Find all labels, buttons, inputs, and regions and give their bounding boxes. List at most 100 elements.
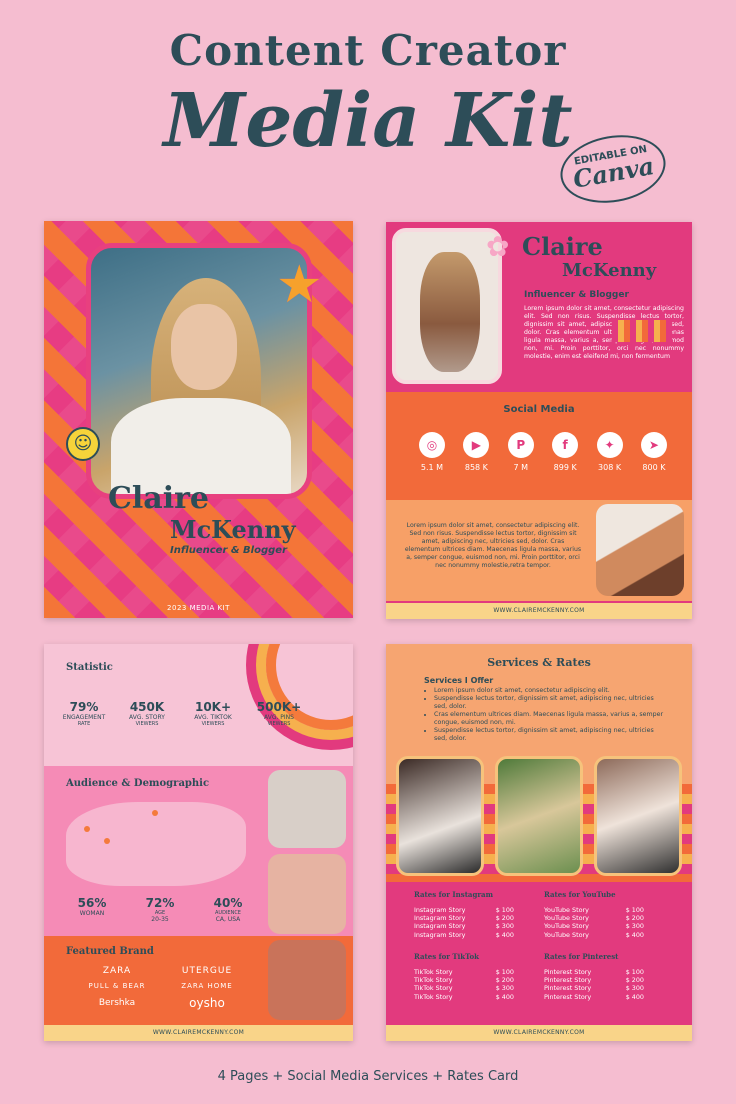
stat-label: AVG. PINS xyxy=(264,714,294,721)
rate-price: $ 100 xyxy=(495,906,514,914)
social-pinterest[interactable]: P 7 M xyxy=(507,432,535,472)
page-about: ✿ Claire McKenny Influencer & Blogger Lo… xyxy=(386,222,692,619)
rate-price: $ 100 xyxy=(495,968,514,976)
audience-section: Audience & Demographic 56% WOMAN 72% AGE 20… xyxy=(44,766,353,936)
stat-sublabel: VIEWERS xyxy=(201,721,225,727)
social-count: 858 K xyxy=(464,463,488,472)
page-footer[interactable]: WWW.CLAIREMCKENNY.COM xyxy=(44,1025,353,1041)
service-photo-2 xyxy=(495,756,583,876)
social-count: 800 K xyxy=(642,463,666,472)
facebook-icon: f xyxy=(552,432,579,458)
rate-price: $ 400 xyxy=(495,992,514,1001)
flower-icon: ✿ xyxy=(486,230,510,263)
brand-logo: PULL & BEAR xyxy=(88,982,146,990)
social-telegram[interactable]: ➤ 800 K xyxy=(640,432,668,472)
demographic-row: 56% WOMAN 72% AGE 20-35 40% AUDIENCE CA, USA xyxy=(68,896,252,923)
rate-price: $ 200 xyxy=(625,976,644,985)
rate-price: $ 300 xyxy=(625,922,644,931)
about-section: ✿ Claire McKenny Influencer & Blogger Lo… xyxy=(386,222,692,392)
brand-photo xyxy=(268,940,346,1020)
stat-value: 450K xyxy=(129,700,165,714)
audience-photo-1 xyxy=(268,770,346,848)
rate-row: TikTok Story $ 100 xyxy=(414,968,514,976)
stat-item: 10K+ AVG. TIKTOK VIEWERS xyxy=(188,700,238,727)
rate-row: Pinterest Story $ 400 xyxy=(544,993,644,1001)
rate-label: YouTube Story xyxy=(544,922,589,931)
world-map xyxy=(66,802,246,886)
about-first-name: Claire xyxy=(522,232,603,261)
youtube-icon: ▶ xyxy=(463,432,490,458)
about-photo-2 xyxy=(596,504,684,596)
social-icons: ◎ 5.1 M ▶ 858 K P 7 M f 899 K ✦ 308 K ➤ 800 K xyxy=(418,432,668,472)
stat-sublabel: VIEWERS xyxy=(267,721,291,727)
rate-price: $ 300 xyxy=(495,922,514,931)
social-count: 7 M xyxy=(513,463,529,472)
rates-youtube-table: YouTube Story $ 100 YouTube Story $ 200 Yo… xyxy=(544,906,644,939)
social-count: 5.1 M xyxy=(420,463,444,472)
rate-label: Pinterest Story xyxy=(544,968,592,976)
brand-logo: ZARA xyxy=(102,966,132,976)
stat-value: 10K+ xyxy=(194,700,232,714)
stat-value: 79% xyxy=(69,700,99,714)
page-statistics: Statistic 79% ENGAGEMENT RATE 450K AVG. STO… xyxy=(44,644,353,1041)
stat-sublabel: VIEWERS xyxy=(135,721,159,727)
map-dot xyxy=(104,838,110,844)
demo-sublabel: CA, USA xyxy=(215,916,241,923)
services-list: Lorem ipsum dolor sit amet, consectetur … xyxy=(426,687,666,743)
rates-section: Rates for Instagram Rates for YouTube In… xyxy=(386,882,692,1025)
photo-face xyxy=(171,304,237,390)
cover-role: Influencer & Blogger xyxy=(170,545,288,556)
map-dot xyxy=(84,826,90,832)
rate-row: Instagram Story $ 100 xyxy=(414,906,514,914)
social-facebook[interactable]: f 899 K xyxy=(551,432,579,472)
brand-logo: UTERGUE xyxy=(181,966,233,976)
rate-row: TikTok Story $ 400 xyxy=(414,993,514,1001)
cover-kit-label: 2023 MEDIA KIT xyxy=(167,604,230,612)
services-subtitle: Services I Offer xyxy=(424,676,494,685)
stat-value: 500K+ xyxy=(256,700,302,714)
rate-row: Pinterest Story $ 100 xyxy=(544,968,644,976)
demo-value: 40% xyxy=(213,896,243,910)
rate-price: $ 400 xyxy=(495,930,514,939)
rates-pinterest-title: Rates for Pinterest xyxy=(544,952,619,961)
statistic-title: Statistic xyxy=(66,662,113,673)
rate-label: Instagram Story xyxy=(414,914,466,923)
telegram-icon: ➤ xyxy=(640,432,667,458)
services-title: Services & Rates xyxy=(487,656,591,669)
stat-sublabel: RATE xyxy=(77,721,91,727)
social-twitter[interactable]: ✦ 308 K xyxy=(596,432,624,472)
stat-item: 79% ENGAGEMENT RATE xyxy=(62,700,106,727)
rate-price: $ 100 xyxy=(625,906,644,914)
social-instagram[interactable]: ◎ 5.1 M xyxy=(418,432,446,472)
service-item: Suspendisse lectus tortor, dignissim sit… xyxy=(434,695,666,711)
stat-item: 500K+ AVG. PINS VIEWERS xyxy=(254,700,304,727)
audience-title: Audience & Demographic xyxy=(66,778,210,789)
rate-label: TikTok Story xyxy=(414,968,453,976)
brand-title: Featured Brand xyxy=(66,946,154,957)
about-more-text: Lorem ipsum dolor sit amet, consectetur … xyxy=(404,522,582,569)
rate-price: $ 200 xyxy=(495,976,514,985)
demo-value: 56% xyxy=(77,896,107,910)
page-footer[interactable]: WWW.CLAIREMCKENNY.COM xyxy=(386,1025,692,1041)
social-count: 308 K xyxy=(598,463,622,472)
rate-row: Instagram Story $ 300 xyxy=(414,922,514,930)
rate-price: $ 100 xyxy=(625,968,644,976)
rates-instagram-table: Instagram Story $ 100 Instagram Story $ 20… xyxy=(414,906,514,939)
rate-label: TikTok Story xyxy=(414,976,453,985)
rate-row: YouTube Story $ 200 xyxy=(544,914,644,922)
rate-label: Pinterest Story xyxy=(544,976,592,985)
demo-label: WOMAN xyxy=(79,910,105,917)
about-last-name: McKenny xyxy=(562,260,657,281)
rates-pinterest-table: Pinterest Story $ 100 Pinterest Story $ 20… xyxy=(544,968,644,1001)
rate-label: YouTube Story xyxy=(544,914,589,923)
rate-label: TikTok Story xyxy=(414,984,453,993)
bottom-caption: 4 Pages + Social Media Services + Rates … xyxy=(217,1069,519,1084)
rate-price: $ 200 xyxy=(625,914,644,923)
social-section: Social Media ◎ 5.1 M ▶ 858 K P 7 M f 899 K ✦… xyxy=(386,392,692,500)
page-footer[interactable]: WWW.CLAIREMCKENNY.COM xyxy=(386,603,692,619)
page-services: Services & Rates Services I Offer Lorem … xyxy=(386,644,692,1041)
rate-price: $ 300 xyxy=(625,984,644,993)
social-youtube[interactable]: ▶ 858 K xyxy=(462,432,490,472)
rate-label: Pinterest Story xyxy=(544,992,592,1001)
pinterest-icon: P xyxy=(507,432,534,458)
